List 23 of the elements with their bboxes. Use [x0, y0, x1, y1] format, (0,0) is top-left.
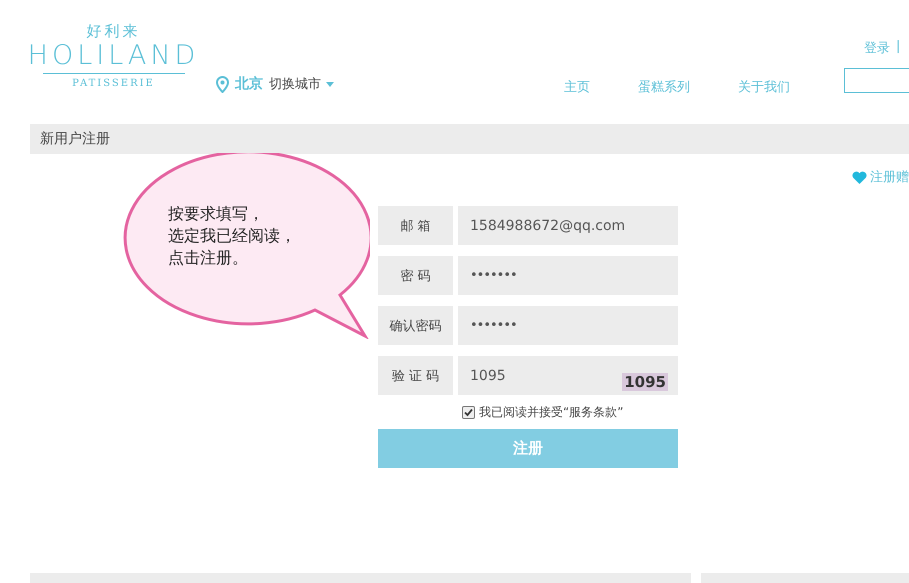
field-label: 邮 箱 — [378, 206, 453, 245]
password-field[interactable]: ••••••• — [458, 306, 678, 345]
agree-checkbox[interactable] — [462, 406, 475, 418]
instruction-text: 按要求填写， 选定我已经阅读， 点击注册。 — [168, 203, 296, 269]
captcha-image[interactable]: 1095 — [622, 373, 668, 391]
field-label: 密 码 — [378, 256, 453, 295]
current-city: 北京 — [235, 75, 263, 93]
password-field[interactable]: ••••••• — [458, 256, 678, 295]
field-label: 验 证 码 — [378, 356, 453, 395]
email-field[interactable]: 1584988672@qq.com — [458, 206, 678, 245]
caret-icon — [326, 82, 334, 86]
link-separator: | — [896, 39, 900, 56]
heart-icon — [852, 170, 867, 184]
location-pin-icon — [216, 76, 229, 92]
logo-tagline: PATISSERIE — [72, 78, 155, 89]
captcha-field[interactable]: 1095 1095 — [458, 356, 678, 395]
search-field[interactable] — [844, 68, 909, 93]
logo-wordmark: HOLILAND — [28, 41, 200, 71]
field-label: 确认密码 — [378, 306, 453, 345]
section-title: 新用户注册 — [30, 124, 909, 154]
logo-chinese: 好利来 — [86, 22, 140, 41]
switch-city-dropdown[interactable]: 切换城市 — [269, 75, 334, 93]
agree-terms-text: 我已阅读并接受“服务条款” — [479, 404, 624, 420]
